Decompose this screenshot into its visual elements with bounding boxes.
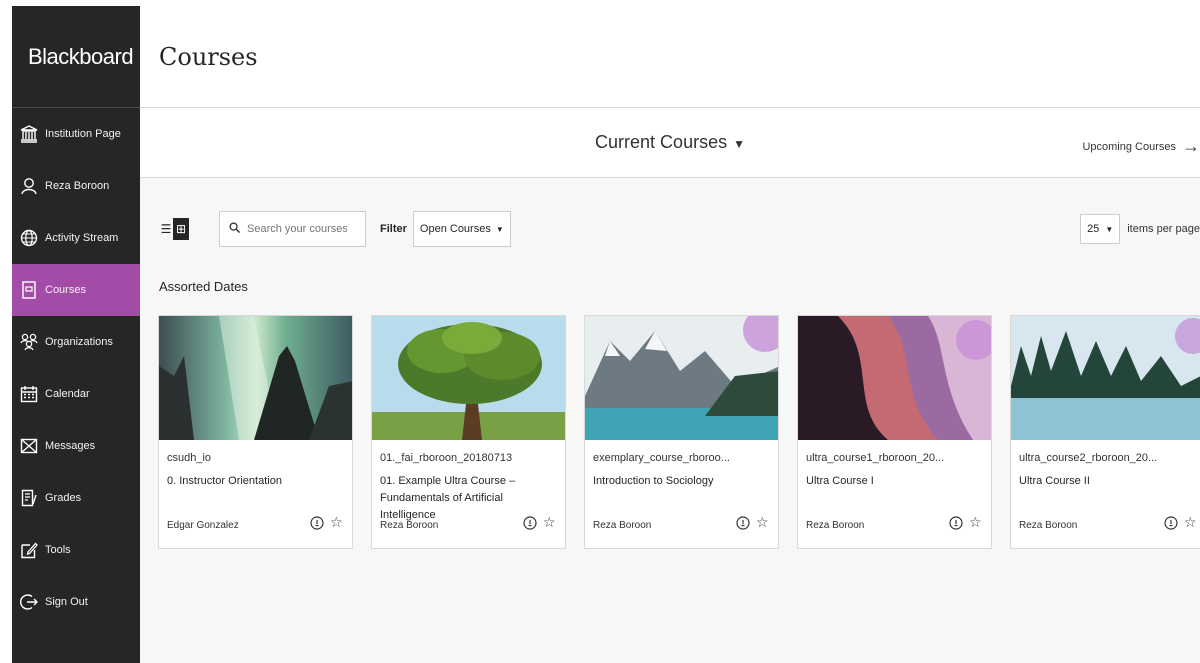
upcoming-courses-label: Upcoming Courses: [1082, 140, 1176, 153]
search-icon: [229, 222, 241, 236]
star-icon[interactable]: ☆: [330, 515, 344, 529]
info-icon[interactable]: [736, 516, 750, 530]
sidebar-item-label: Courses: [45, 284, 86, 296]
current-courses-dropdown[interactable]: Current Courses ▼: [140, 132, 1200, 153]
course-image: [798, 316, 991, 440]
caret-down-icon: ▼: [495, 224, 504, 234]
sidebar-item-label: Calendar: [45, 388, 90, 400]
course-image: [372, 316, 565, 440]
course-code: ultra_course1_rboroon_20...: [806, 452, 945, 464]
course-code: ultra_course2_rboroon_20...: [1019, 452, 1158, 464]
grades-icon: [18, 487, 40, 509]
course-image: [1011, 316, 1200, 440]
info-icon[interactable]: [949, 516, 963, 530]
sidebar-item-sign-out[interactable]: Sign Out: [12, 576, 140, 628]
sign-out-icon: [18, 591, 40, 613]
sidebar-item-tools[interactable]: Tools: [12, 524, 140, 576]
course-image: [159, 316, 352, 440]
search-box: [219, 211, 366, 247]
course-instructor: Edgar Gonzalez: [167, 520, 239, 531]
course-cards: csudh_io 0. Instructor Orientation Edgar…: [158, 315, 1200, 549]
per-page-label: items per page: [1127, 223, 1200, 235]
course-name[interactable]: 0. Instructor Orientation: [167, 473, 347, 490]
sidebar-item-label: Sign Out: [45, 596, 88, 608]
sidebar-item-label: Activity Stream: [45, 232, 119, 244]
tools-icon: [18, 539, 40, 561]
info-icon[interactable]: [523, 516, 537, 530]
upcoming-courses-link[interactable]: Upcoming Courses →: [1082, 136, 1200, 157]
per-page-value: 25: [1087, 223, 1100, 235]
filter-label: Filter: [380, 223, 407, 235]
sidebar-item-label: Institution Page: [45, 128, 121, 140]
caret-down-icon: ▼: [1105, 224, 1114, 234]
course-image: [585, 316, 778, 440]
sidebar-item-label: Messages: [45, 440, 96, 452]
info-icon[interactable]: [1164, 516, 1178, 530]
sidebar-item-label: Organizations: [45, 336, 113, 348]
star-icon[interactable]: ☆: [1184, 515, 1198, 529]
grid-view-icon[interactable]: ⊞: [173, 218, 189, 240]
brand-logo: Blackboard: [12, 6, 140, 108]
course-card[interactable]: csudh_io 0. Instructor Orientation Edgar…: [158, 315, 353, 549]
course-card[interactable]: exemplary_course_rboroo... Introduction …: [584, 315, 779, 549]
course-instructor: Reza Boroon: [593, 520, 652, 531]
filter-select[interactable]: Open Courses ▼: [412, 211, 511, 247]
sidebar-item-calendar[interactable]: Calendar: [12, 368, 140, 420]
sidebar-item-label: Grades: [45, 492, 82, 504]
sidebar-item-activity-stream[interactable]: Activity Stream: [12, 212, 140, 264]
courses-icon: [18, 279, 40, 301]
sidebar-item-label: Reza Boroon: [45, 180, 110, 192]
star-icon[interactable]: ☆: [756, 515, 770, 529]
sidebar: Blackboard Institution Page Reza Boroon …: [12, 6, 140, 663]
arrow-right-icon: →: [1182, 136, 1200, 156]
course-code: exemplary_course_rboroo...: [593, 452, 730, 464]
search-input[interactable]: [247, 223, 347, 235]
organizations-icon: [18, 331, 40, 353]
current-courses-label: Current Courses: [595, 132, 728, 152]
course-name[interactable]: Ultra Course II: [1019, 473, 1199, 490]
course-toolbar: ☰ ⊞ Filter Open Courses ▼ 25 ▼ items per…: [159, 211, 1200, 247]
sidebar-item-institution-page[interactable]: Institution Page: [12, 108, 140, 160]
institution-icon: [18, 123, 40, 145]
messages-icon: [18, 435, 40, 457]
course-period-bar: Current Courses ▼ Upcoming Courses →: [140, 108, 1200, 178]
course-name[interactable]: Introduction to Sociology: [593, 473, 773, 490]
star-icon[interactable]: ☆: [969, 515, 983, 529]
per-page-control: 25 ▼ items per page: [1080, 211, 1200, 247]
per-page-select[interactable]: 25 ▼: [1080, 214, 1121, 244]
caret-down-icon: ▼: [733, 137, 745, 151]
course-instructor: Reza Boroon: [1019, 520, 1078, 531]
course-card[interactable]: 01._fai_rboroon_20180713 01. Example Ult…: [371, 315, 566, 549]
star-icon[interactable]: ☆: [543, 515, 557, 529]
course-card[interactable]: ultra_course2_rboroon_20... Ultra Course…: [1010, 315, 1200, 549]
sidebar-item-profile[interactable]: Reza Boroon: [12, 160, 140, 212]
course-name[interactable]: Ultra Course I: [806, 473, 986, 490]
course-instructor: Reza Boroon: [380, 520, 439, 531]
calendar-icon: [18, 383, 40, 405]
course-code: 01._fai_rboroon_20180713: [380, 452, 513, 464]
view-toggle: ☰ ⊞: [159, 218, 189, 240]
sidebar-item-grades[interactable]: Grades: [12, 472, 140, 524]
filter-value: Open Courses: [419, 223, 491, 235]
course-code: csudh_io: [167, 452, 212, 464]
course-instructor: Reza Boroon: [806, 520, 865, 531]
section-title: Assorted Dates: [159, 279, 248, 294]
info-icon[interactable]: [310, 516, 324, 530]
user-icon: [18, 175, 40, 197]
sidebar-item-messages[interactable]: Messages: [12, 420, 140, 472]
sidebar-item-label: Tools: [45, 544, 71, 556]
sidebar-item-courses[interactable]: Courses: [12, 264, 140, 316]
page-title: Courses: [140, 6, 1200, 108]
sidebar-item-organizations[interactable]: Organizations: [12, 316, 140, 368]
course-card[interactable]: ultra_course1_rboroon_20... Ultra Course…: [797, 315, 992, 549]
list-view-icon[interactable]: ☰: [159, 218, 173, 240]
globe-icon: [18, 227, 40, 249]
